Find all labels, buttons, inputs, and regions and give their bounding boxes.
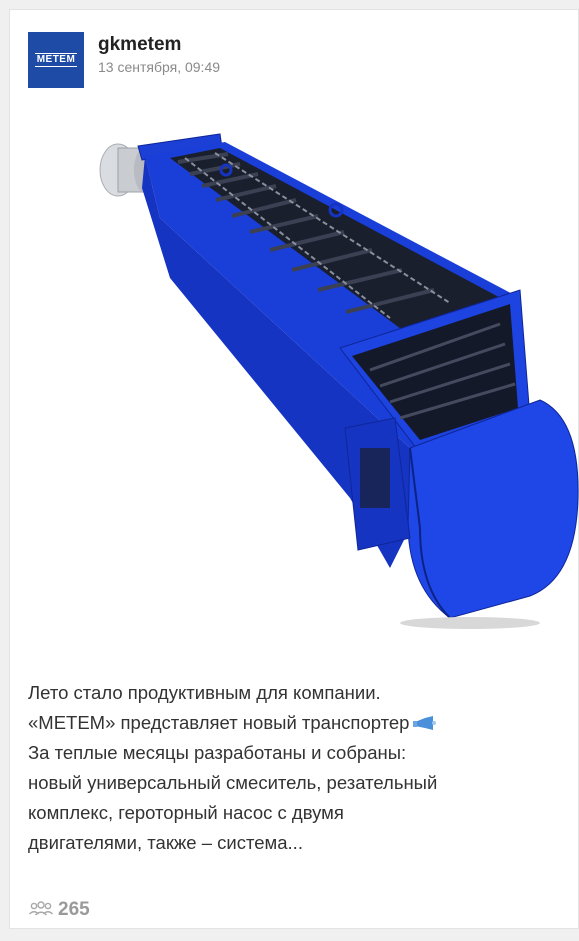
post-text: Лето стало продуктивным для компании. «М…	[28, 678, 573, 858]
avatar-logo: METEM	[34, 53, 78, 67]
post-card[interactable]: METEM gkmetem 13 сентября, 09:49 Лето ст…	[9, 9, 579, 929]
post-text-line: комплекс, героторный насос с двумя	[28, 802, 344, 823]
post-text-line: Лето стало продуктивным для компании.	[28, 682, 381, 703]
people-icon	[29, 901, 53, 916]
views-stats: 265	[28, 899, 90, 921]
views-count: 265	[58, 899, 90, 920]
post-image[interactable]	[90, 118, 579, 633]
post-text-line: двигателями, также – система...	[28, 832, 303, 853]
post-timestamp[interactable]: 13 сентября, 09:49	[98, 59, 220, 75]
post-text-line: новый универсальный смеситель, резательн…	[28, 772, 438, 793]
avatar[interactable]: METEM	[28, 32, 84, 88]
author-block: gkmetem 13 сентября, 09:49	[98, 34, 220, 75]
megaphone-icon	[413, 716, 437, 731]
post-header: METEM gkmetem 13 сентября, 09:49	[28, 32, 220, 88]
post-text-line: За теплые месяцы разработаны и собраны:	[28, 742, 407, 763]
post-text-line: «МЕТЕМ» представляет новый транспортер	[28, 712, 410, 733]
author-name[interactable]: gkmetem	[98, 34, 220, 56]
post-text-line-with-icon: «МЕТЕМ» представляет новый транспортер	[28, 708, 573, 738]
